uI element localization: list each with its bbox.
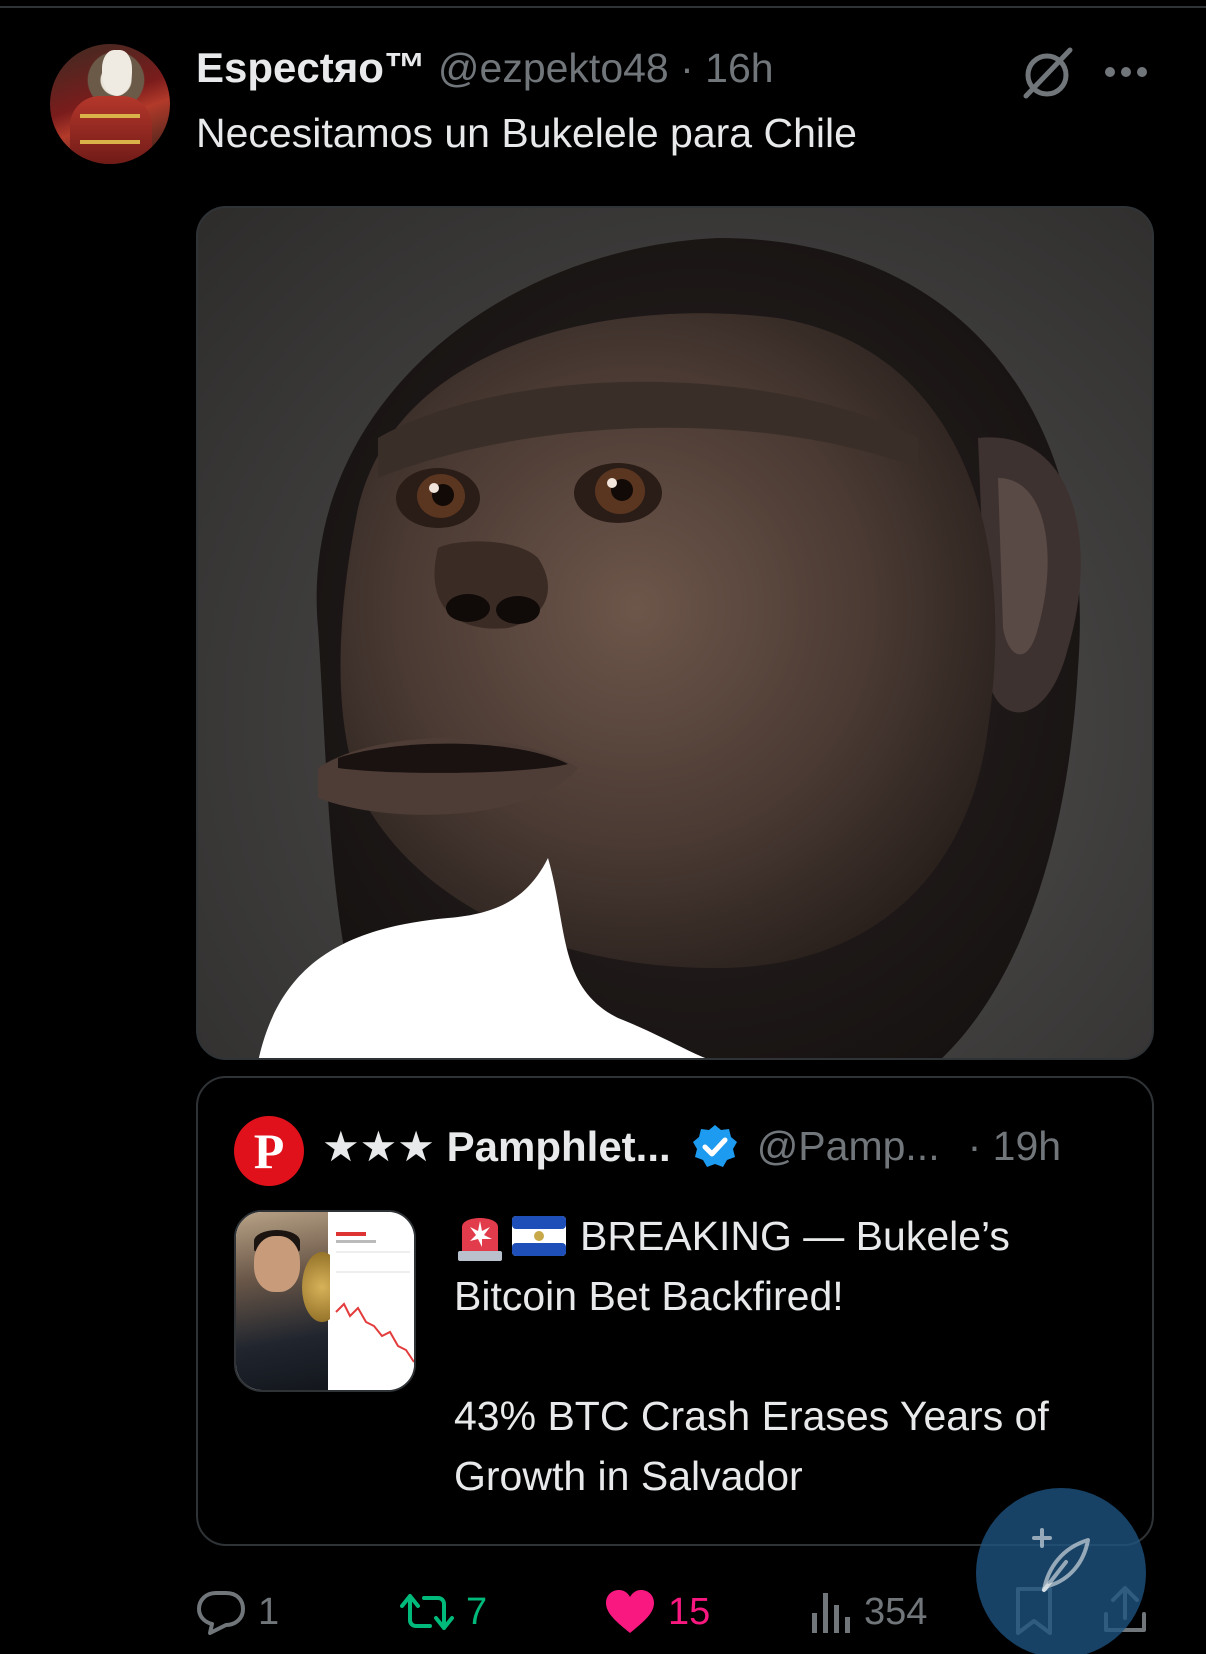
quote-line-4: Growth in Salvador [454, 1453, 803, 1499]
quote-thumbnail[interactable] [234, 1210, 416, 1392]
tweet-text: Necesitamos un Bukelele para Chile [196, 110, 857, 156]
display-name[interactable]: Espectяo™ [196, 44, 426, 92]
more-icon[interactable] [1102, 58, 1150, 86]
quote-display-name[interactable]: ★★★ Pamphlet... [322, 1122, 671, 1171]
timestamp[interactable]: 16h [705, 45, 773, 91]
grok-icon[interactable] [1018, 44, 1076, 102]
quote-line-1: BREAKING — Bukele’s [454, 1206, 1049, 1266]
tweet-media-image[interactable] [196, 206, 1154, 1060]
like-button[interactable]: 15 [604, 1582, 710, 1642]
retweet-count: 7 [466, 1590, 488, 1633]
retweet-button[interactable]: 7 [400, 1582, 487, 1642]
hominid-face-image [258, 238, 1081, 1058]
verified-badge-icon [692, 1124, 737, 1167]
avatar-braid [80, 114, 140, 144]
reply-count: 1 [258, 1590, 280, 1633]
thumb-chart-panel [330, 1212, 414, 1390]
quote-headline: BREAKING — Bukele’s [580, 1213, 1010, 1259]
siren-emoji [458, 1218, 502, 1261]
heart-icon [606, 1590, 654, 1633]
reply-button[interactable]: 1 [196, 1582, 279, 1642]
top-divider [0, 6, 1206, 8]
quote-line-2: Bitcoin Bet Backfired! [454, 1273, 844, 1319]
view-count: 354 [864, 1590, 928, 1633]
compose-icon[interactable] [1026, 1528, 1096, 1598]
like-count: 15 [668, 1590, 711, 1633]
quote-line-3: 43% BTC Crash Erases Years of [454, 1393, 1049, 1439]
quote-header: ★★★ Pamphlet... @Pamp... · 19h [322, 1122, 1061, 1171]
views-button[interactable]: 354 [810, 1582, 927, 1642]
retweet-icon [400, 1594, 454, 1630]
handle[interactable]: @ezpekto48 [438, 45, 669, 91]
thumb-face [254, 1236, 300, 1292]
el-salvador-flag-emoji [512, 1216, 566, 1256]
avatar[interactable] [50, 44, 170, 164]
avatar-head [102, 50, 132, 96]
tweet-header: Espectяo™ @ezpekto48 · 16h [196, 44, 774, 100]
quote-timestamp[interactable]: · 19h [968, 1123, 1061, 1170]
quoted-tweet[interactable]: P ★★★ Pamphlet... @Pamp... · 19h BREAKIN… [196, 1076, 1154, 1546]
pamphlet-logo[interactable]: P [234, 1116, 304, 1186]
quote-handle[interactable]: @Pamp... [757, 1123, 940, 1170]
handle-and-time: @ezpekto48 · 16h [437, 45, 774, 91]
quote-text: BREAKING — Bukele’s Bitcoin Bet Backfire… [454, 1206, 1049, 1506]
views-icon [812, 1593, 850, 1633]
thumb-price-chart [335, 1232, 414, 1363]
reply-icon [197, 1591, 245, 1635]
